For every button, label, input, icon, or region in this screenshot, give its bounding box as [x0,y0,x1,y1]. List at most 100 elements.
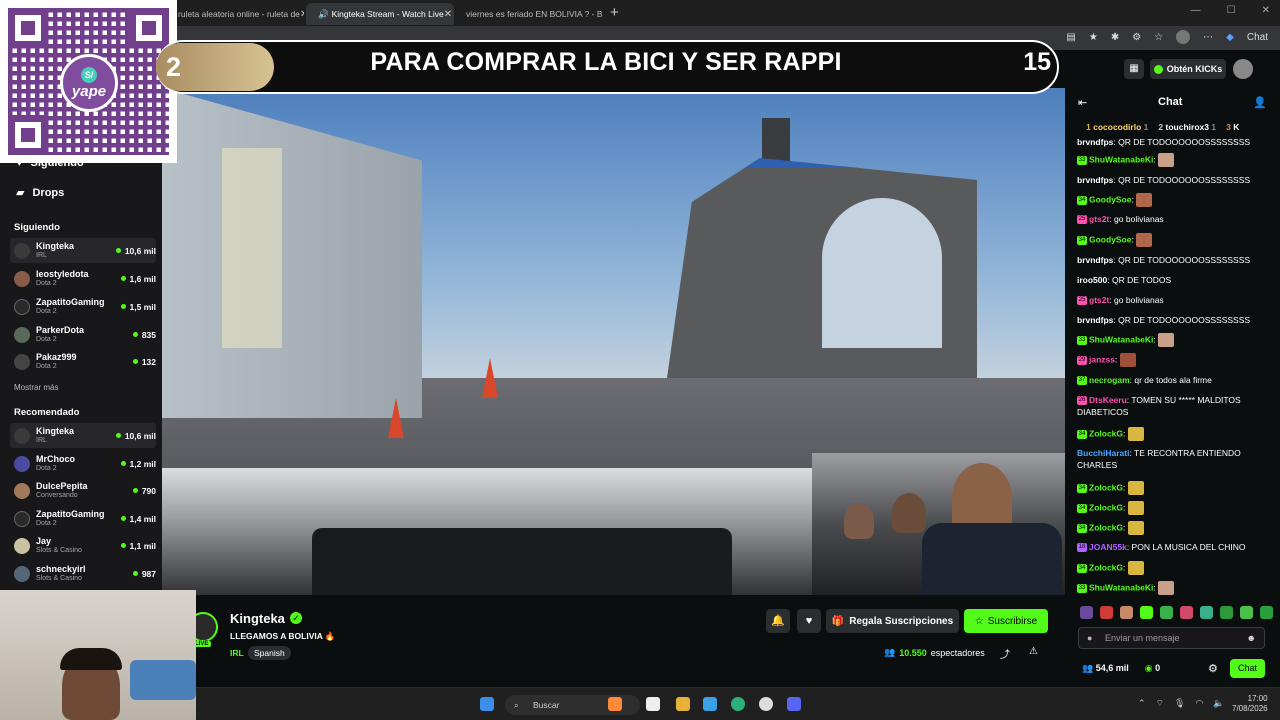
chat-username[interactable]: ShuWatanabeKi [1089,154,1153,164]
copilot-icon[interactable]: ◆ [1226,32,1234,43]
chat-username[interactable]: brvndfps [1077,175,1113,185]
channel-item[interactable]: Jay Slots & Casino 1,1 mil [10,533,156,558]
emote-icon[interactable] [1240,606,1253,619]
emote-icon[interactable] [1220,606,1233,619]
chat-username[interactable]: gts2t [1089,295,1109,305]
channel-item[interactable]: leostyledota Dota 2 1,6 mil [10,266,156,291]
chat-username[interactable]: ZolockG [1089,502,1123,512]
library-icon[interactable]: ▦ [1124,59,1144,79]
channel-item[interactable]: ZapatitoGaming Dota 2 1,4 mil [10,506,156,531]
notification-bell-button[interactable]: 🔔 [766,609,790,633]
channel-item[interactable]: Kingteka IRL 10,6 mil [10,423,156,448]
volume-icon[interactable]: 🔈 [1213,698,1224,709]
emote-icon[interactable] [1200,606,1213,619]
new-tab-button[interactable]: + [610,4,619,21]
video-player[interactable] [162,88,1065,595]
tab-kingteka[interactable]: 🔊 Kingteka Stream - Watch Live ✕ [306,3,454,25]
close-window-icon[interactable]: ✕ [1262,5,1270,16]
report-icon[interactable]: ⚠ [1029,646,1038,657]
chat-username[interactable]: ShuWatanabeKi [1089,582,1153,592]
channel-item[interactable]: Pakaz999 Dota 2 132 [10,349,156,374]
share-icon[interactable]: ⤴ [1000,646,1010,661]
emote-icon[interactable] [1180,606,1193,619]
copilot-app-icon[interactable] [703,697,717,711]
emote-icon[interactable] [1080,606,1093,619]
close-icon[interactable]: ✕ [444,9,452,20]
system-clock[interactable]: 17:00 7/08/2026 [1232,694,1268,714]
maximize-icon[interactable]: ☐ [1227,5,1236,16]
chat-username[interactable]: GoodySoe [1089,234,1132,244]
tab-feriado[interactable]: viernes es feriado EN BOLIVIA ? - B ✕ [458,3,602,25]
close-icon[interactable]: ✕ [300,9,304,20]
gift-subs-button[interactable]: 🎁 Regala Suscripciones [826,609,959,633]
tab-ruleta[interactable]: ruleta aleatoria online - ruleta de ✕ [170,3,304,25]
streamer-name[interactable]: Kingteka [230,611,285,626]
gear-icon[interactable]: ⚙ [1208,662,1218,675]
file-explorer-icon[interactable] [676,697,690,711]
channel-item[interactable]: DulcePepita Conversando 790 [10,478,156,503]
sidebar-item-drops[interactable]: ▰ Drops [16,186,64,200]
browser-chat-label[interactable]: Chat [1247,32,1268,43]
chat-username[interactable]: brvndfps [1077,137,1113,147]
chat-username[interactable]: janzss [1089,354,1115,364]
chat-username[interactable]: brvndfps [1077,255,1113,265]
leaderboard-entry[interactable]: 3 K [1226,122,1239,132]
menu-icon[interactable]: ⋯ [1203,32,1213,43]
chat-username[interactable]: GoodySoe [1089,194,1132,204]
mic-icon[interactable]: 🎙 [1174,698,1185,709]
channel-item[interactable]: Kingteka IRL 10,6 mil [10,238,156,263]
channel-item[interactable]: ParkerDota Dota 2 835 [10,322,156,347]
profile-icon[interactable] [1176,30,1191,44]
category-tag[interactable]: IRL [230,648,244,658]
chat-username[interactable]: DtsKeeru [1089,395,1127,405]
chat-username[interactable]: JOAN55k [1089,542,1127,552]
emoji-icon[interactable]: ☻ [1247,628,1256,648]
chat-username[interactable]: iroo500 [1077,275,1107,285]
emote-icon[interactable] [1160,606,1173,619]
chat-input[interactable]: ● Enviar un mensaje ☻ [1078,627,1265,649]
task-view-icon[interactable] [646,697,660,711]
user-avatar[interactable] [1233,59,1253,79]
speaker-icon[interactable]: 🔊 [318,9,329,20]
minimize-icon[interactable]: — [1191,5,1201,16]
chrome-icon[interactable] [759,697,773,711]
collapse-chat-icon[interactable]: ⇤ [1078,96,1087,109]
subscribe-button[interactable]: ☆ Suscribirse [964,609,1048,633]
app-icon[interactable] [608,697,622,711]
reader-icon[interactable]: ▤ [1066,32,1075,43]
favorites-icon[interactable]: ☆ [1154,32,1163,43]
chat-username[interactable]: necrogam [1089,375,1130,385]
follow-heart-button[interactable]: ♥ [797,609,821,633]
chat-username[interactable]: ShuWatanabeKi [1089,334,1153,344]
tray-chevron-icon[interactable]: ⌃ [1138,698,1146,709]
chat-users-icon[interactable]: 👤 [1253,96,1267,109]
chat-username[interactable]: ZolockG [1089,562,1123,572]
show-more-link[interactable]: Mostrar más [14,383,58,392]
wifi-icon[interactable]: ◠ [1195,698,1203,709]
get-kicks-button[interactable]: Obtén KICKs [1150,59,1226,79]
channel-item[interactable]: ZapatitoGaming Dota 2 1,5 mil [10,294,156,319]
leaderboard-entry[interactable]: 2 touchirox3 1 [1158,122,1216,132]
chat-username[interactable]: brvndfps [1077,315,1113,325]
channel-item[interactable]: MrChoco Dota 2 1,2 mil [10,451,156,476]
channel-item[interactable]: schneckyirl Slots & Casino 987 [10,561,156,586]
leaderboard-entry[interactable]: 1 cococodirlo 1 [1086,122,1148,132]
windows-start-icon[interactable] [480,697,494,711]
extensions-icon[interactable]: ⚙ [1132,32,1141,43]
emote-icon[interactable] [1260,606,1273,619]
emote-icon[interactable] [1140,606,1153,619]
discord-icon[interactable] [787,697,801,711]
chat-username[interactable]: ZolockG [1089,428,1123,438]
edge-icon[interactable] [731,697,745,711]
extension-icon[interactable]: ✱ [1111,32,1119,43]
emote-icon[interactable] [1100,606,1113,619]
language-tag[interactable]: Spanish [248,646,291,660]
network-icon[interactable]: ⌔ [1156,698,1164,709]
chat-username[interactable]: ZolockG [1089,522,1123,532]
chat-send-button[interactable]: Chat [1230,659,1265,678]
chat-username[interactable]: ZolockG [1089,482,1123,492]
bookmark-star-icon[interactable]: ★ [1089,32,1098,43]
chat-username[interactable]: BucchiHarati [1077,448,1129,458]
emote-icon[interactable] [1120,606,1133,619]
chat-username[interactable]: gts2t [1089,214,1109,224]
